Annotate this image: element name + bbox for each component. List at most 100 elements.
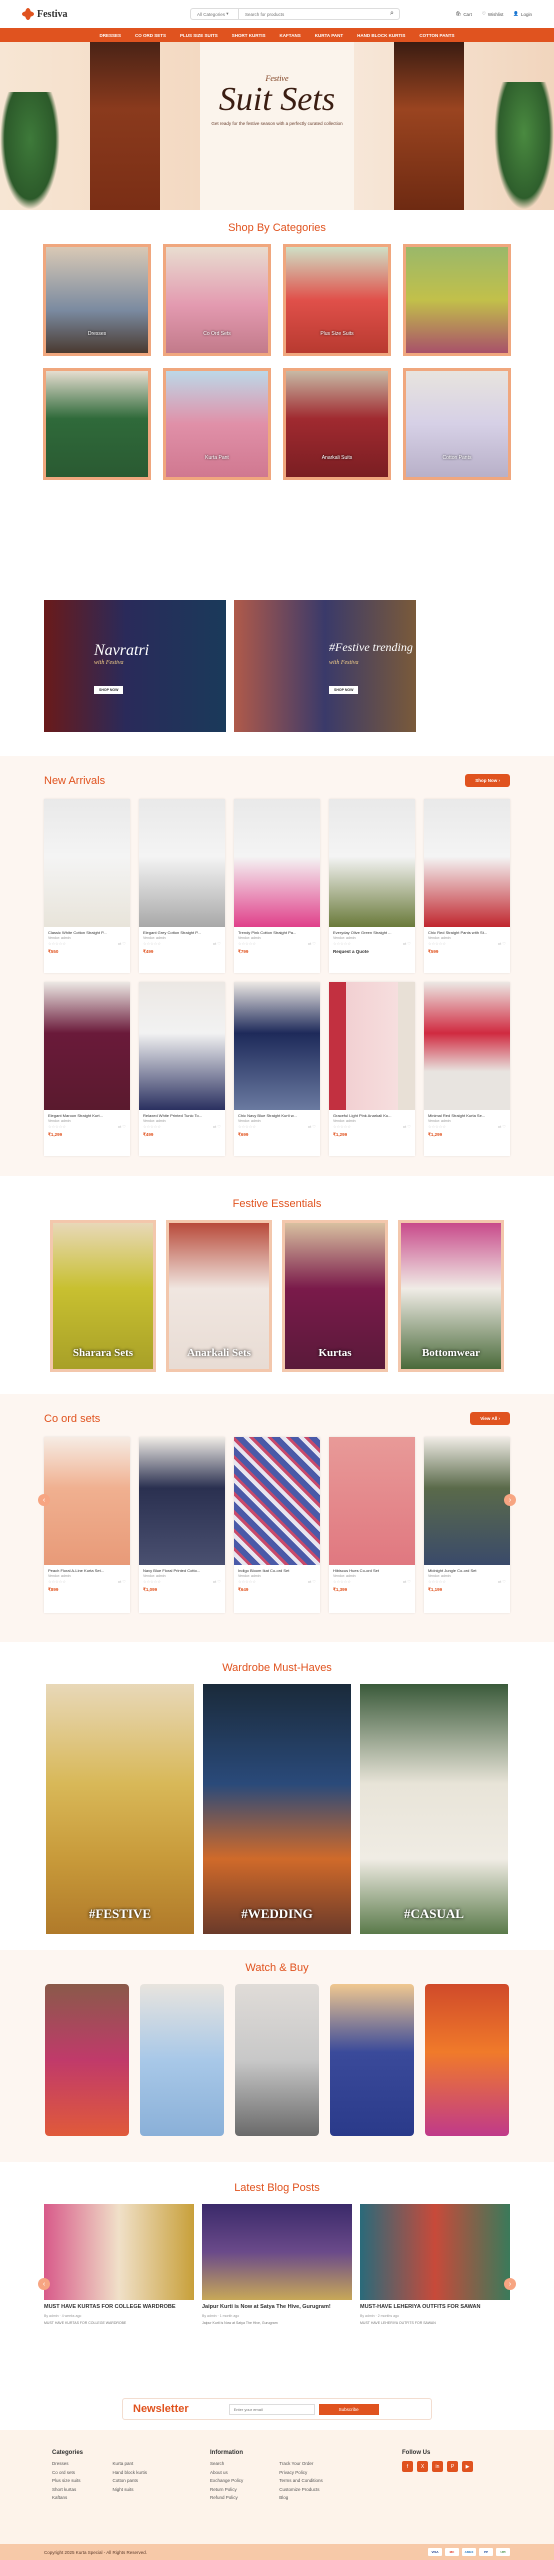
blog-card[interactable]: Jaipur Kurti is Now at Satya The Hive, G… (202, 2204, 352, 2342)
linkedin-icon[interactable]: in (432, 2461, 443, 2472)
video-card[interactable] (425, 1984, 509, 2136)
category-card[interactable]: Cotton Pants (403, 368, 511, 480)
footer-link[interactable]: Co ord sets (52, 2470, 81, 2475)
footer-link[interactable]: Night suits (113, 2487, 148, 2492)
essential-card[interactable]: Anarkali Sets (166, 1220, 272, 1372)
blog-post-title[interactable]: MUST HAVE KURTAS FOR COLLEGE WARDROBE (44, 2300, 194, 2311)
category-card[interactable]: Plus Size Suits (283, 244, 391, 356)
nav-kurta-pant[interactable]: KURTA PANT (315, 33, 343, 38)
footer-link[interactable]: About us (210, 2470, 243, 2475)
youtube-icon[interactable]: ▶ (462, 2461, 473, 2472)
product-card[interactable]: Peach Floral A-Line Kurta Set... Vendor: … (44, 1437, 130, 1613)
footer-link[interactable]: Dresses (52, 2461, 81, 2466)
video-card[interactable] (330, 1984, 414, 2136)
search-icon[interactable]: ⌕ (385, 9, 399, 19)
footer-link[interactable]: Return Policy (210, 2487, 243, 2492)
compare-icon[interactable]: ⇄ ♡ (498, 1579, 506, 1584)
wishlist-button[interactable]: ♡ Wishlist (482, 11, 504, 17)
compare-icon[interactable]: ⇄ ♡ (213, 941, 221, 946)
footer-link[interactable]: Kaftans (52, 2495, 81, 2500)
footer-link[interactable]: Refund Policy (210, 2495, 243, 2500)
category-card[interactable]: Dresses (43, 244, 151, 356)
search-category-select[interactable]: All Categories ▾ (191, 9, 239, 19)
x-twitter-icon[interactable]: X (417, 2461, 428, 2472)
footer-link[interactable]: Plus size suits (52, 2478, 81, 2483)
subscribe-button[interactable]: Subscribe (318, 2403, 379, 2415)
nav-hand-block-kurtis[interactable]: HAND BLOCK KURTIS (357, 33, 405, 38)
nav-plus-size-suits[interactable]: PLUS SIZE SUITS (180, 33, 218, 38)
essential-card[interactable]: Bottomwear (398, 1220, 504, 1372)
product-card[interactable]: Elegant Maroon Straight Kurt... Vendor: a… (44, 982, 130, 1156)
video-card[interactable] (140, 1984, 224, 2136)
footer-link[interactable]: Privacy Policy (279, 2470, 323, 2475)
footer-link[interactable]: Terms and Conditions (279, 2478, 323, 2483)
footer-link[interactable]: Cotton pants (113, 2478, 148, 2483)
login-button[interactable]: 👤 Login (513, 11, 532, 17)
compare-icon[interactable]: ⇄ ♡ (118, 1124, 126, 1129)
promo-shop-now-button[interactable]: SHOP NOW (329, 686, 359, 694)
facebook-icon[interactable]: f (402, 2461, 413, 2472)
compare-icon[interactable]: ⇄ ♡ (213, 1124, 221, 1129)
essential-card[interactable]: Kurtas (282, 1220, 388, 1372)
view-all-button[interactable]: View All › (470, 1412, 510, 1425)
footer-link[interactable]: Hand block kurtis (113, 2470, 148, 2475)
cart-button[interactable]: 🛍 Cart (456, 11, 472, 17)
product-card[interactable]: Graceful Light Pink Anarkali Ku... Vendor… (329, 982, 415, 1156)
nav-co-ord-sets[interactable]: CO ORD SETS (135, 33, 166, 38)
video-card[interactable] (45, 1984, 129, 2136)
compare-icon[interactable]: ⇄ ♡ (498, 941, 506, 946)
compare-icon[interactable]: ⇄ ♡ (308, 1124, 316, 1129)
essential-card[interactable]: Sharara Sets (50, 1220, 156, 1372)
compare-icon[interactable]: ⇄ ♡ (118, 941, 126, 946)
blog-card[interactable]: MUST-HAVE LEHERIYA OUTFITS FOR SAWAN By a… (360, 2204, 510, 2342)
category-card[interactable]: Co Ord Sets (163, 244, 271, 356)
wardrobe-card[interactable]: #WEDDING (203, 1684, 351, 1934)
product-card[interactable]: Trendy Pink Cotton Straight Pa... Vendor:… (234, 799, 320, 973)
footer-link[interactable]: Exchange Policy (210, 2478, 243, 2483)
video-card[interactable] (235, 1984, 319, 2136)
compare-icon[interactable]: ⇄ ♡ (308, 941, 316, 946)
footer-link[interactable]: Blog (279, 2495, 323, 2500)
compare-icon[interactable]: ⇄ ♡ (403, 1124, 411, 1129)
wardrobe-card[interactable]: #CASUAL (360, 1684, 508, 1934)
carousel-prev-icon[interactable]: ‹ (38, 1494, 50, 1506)
category-card[interactable]: Anarkali Suits (283, 368, 391, 480)
product-card[interactable]: Navy Blue Floral Printed Cotto... Vendor:… (139, 1437, 225, 1613)
category-card[interactable] (403, 244, 511, 356)
blog-post-title[interactable]: MUST-HAVE LEHERIYA OUTFITS FOR SAWAN (360, 2300, 510, 2311)
blog-card[interactable]: MUST HAVE KURTAS FOR COLLEGE WARDROBE By … (44, 2204, 194, 2342)
compare-icon[interactable]: ⇄ ♡ (403, 1579, 411, 1584)
pinterest-icon[interactable]: P (447, 2461, 458, 2472)
blog-prev-icon[interactable]: ‹ (38, 2278, 50, 2290)
compare-icon[interactable]: ⇄ ♡ (498, 1124, 506, 1129)
wardrobe-card[interactable]: #FESTIVE (46, 1684, 194, 1934)
product-card[interactable]: Indigo Bloom Ikat Co-ord Set Vendor: admi… (234, 1437, 320, 1613)
product-card[interactable]: Chic Navy Blue Straight Kurti w... Vendor… (234, 982, 320, 1156)
newsletter-email-input[interactable] (228, 2403, 315, 2415)
product-card[interactable]: Relaxed White Printed Tunic To... Vendor:… (139, 982, 225, 1156)
nav-dresses[interactable]: DRESSES (100, 33, 122, 38)
compare-icon[interactable]: ⇄ ♡ (118, 1579, 126, 1584)
product-card[interactable]: Chic Red Straight Pants with St... Vendor… (424, 799, 510, 973)
product-card[interactable]: Minimal Red Straight Kurta Se... Vendor: … (424, 982, 510, 1156)
promo-banner-navratri[interactable]: Navratri with Festiva SHOP NOW (44, 600, 226, 732)
product-card[interactable]: Elegant Grey Cotton Straight P... Vendor:… (139, 799, 225, 973)
nav-cotton-pants[interactable]: COTTON PANTS (419, 33, 454, 38)
product-card[interactable]: Hibiscus Hues Co-ord Set Vendor: admin ☆☆☆… (329, 1437, 415, 1613)
compare-icon[interactable]: ⇄ ♡ (213, 1579, 221, 1584)
logo[interactable]: Festiva (22, 8, 162, 20)
shop-now-button[interactable]: Shop Now › (465, 774, 510, 787)
compare-icon[interactable]: ⇄ ♡ (403, 941, 411, 946)
request-quote-link[interactable]: Request a Quote (329, 946, 415, 957)
promo-banner-trending[interactable]: #Festive trending with Festiva SHOP NOW (234, 600, 416, 732)
footer-link[interactable]: Short kurtas (52, 2487, 81, 2492)
hero-banner[interactable]: Festive Suit Sets Get ready for the fest… (0, 42, 554, 210)
product-card[interactable]: Everyday Olive Green Straight ... Vendor:… (329, 799, 415, 973)
product-card[interactable]: Midnight Jungle Co-ord Set Vendor: admin ☆… (424, 1437, 510, 1613)
carousel-next-icon[interactable]: › (504, 1494, 516, 1506)
blog-next-icon[interactable]: › (504, 2278, 516, 2290)
category-card[interactable]: Kurta Pant (163, 368, 271, 480)
product-card[interactable]: Classic White Cotton Straight P... Vendor… (44, 799, 130, 973)
blog-post-title[interactable]: Jaipur Kurti is Now at Satya The Hive, G… (202, 2300, 352, 2311)
nav-kaftans[interactable]: KAFTANS (280, 33, 301, 38)
